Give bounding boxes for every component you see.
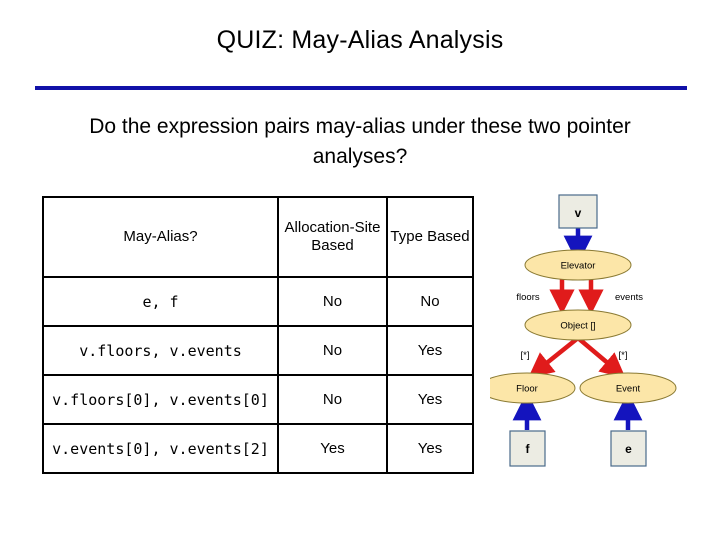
cell-type-based: Yes (386, 374, 474, 425)
edge-label-star-left: [*] (521, 350, 530, 361)
cell-allocation-site: No (277, 276, 388, 327)
object-graph-diagram: v Elevator floors events Object [] [*] [… (490, 190, 720, 480)
cell-expression: e, f (42, 276, 279, 327)
node-ellipse-floor-label: Floor (516, 384, 538, 395)
edge-label-floors: floors (516, 292, 539, 303)
column-header-type-based: Type Based (386, 196, 474, 278)
node-box-e-label: e (625, 442, 632, 456)
cell-expression: v.events[0], v.events[2] (42, 423, 279, 474)
cell-allocation-site: Yes (277, 423, 388, 474)
table-row: v.floors[0], v.events[0] No Yes (42, 374, 474, 425)
question-subtitle: Do the expression pairs may-alias under … (89, 115, 631, 168)
table-row: v.floors, v.events No Yes (42, 325, 474, 376)
edge-label-events: events (615, 292, 643, 303)
cell-type-based: Yes (386, 325, 474, 376)
edge-object-to-floor (528, 336, 580, 378)
may-alias-table: May-Alias? Allocation-Site Based Type Ba… (42, 196, 474, 474)
node-box-v-label: v (575, 206, 582, 220)
column-header-expression: May-Alias? (42, 196, 279, 278)
table-row: v.events[0], v.events[2] Yes Yes (42, 423, 474, 474)
node-ellipse-elevator-label: Elevator (561, 261, 596, 272)
column-header-allocation-site: Allocation-Site Based (277, 196, 388, 278)
edge-object-to-event (576, 336, 626, 379)
table-header-row: May-Alias? Allocation-Site Based Type Ba… (42, 196, 474, 278)
page-title: QUIZ: May-Alias Analysis (216, 26, 504, 54)
node-ellipse-object-array-label: Object [] (560, 321, 595, 332)
cell-allocation-site: No (277, 325, 388, 376)
cell-allocation-site: No (277, 374, 388, 425)
node-ellipse-event-label: Event (616, 384, 641, 395)
cell-type-based: Yes (386, 423, 474, 474)
cell-type-based: No (386, 276, 474, 327)
cell-expression: v.floors[0], v.events[0] (42, 374, 279, 425)
cell-expression: v.floors, v.events (42, 325, 279, 376)
table-row: e, f No No (42, 276, 474, 327)
title-divider (35, 86, 687, 90)
edge-label-star-right: [*] (619, 350, 628, 361)
